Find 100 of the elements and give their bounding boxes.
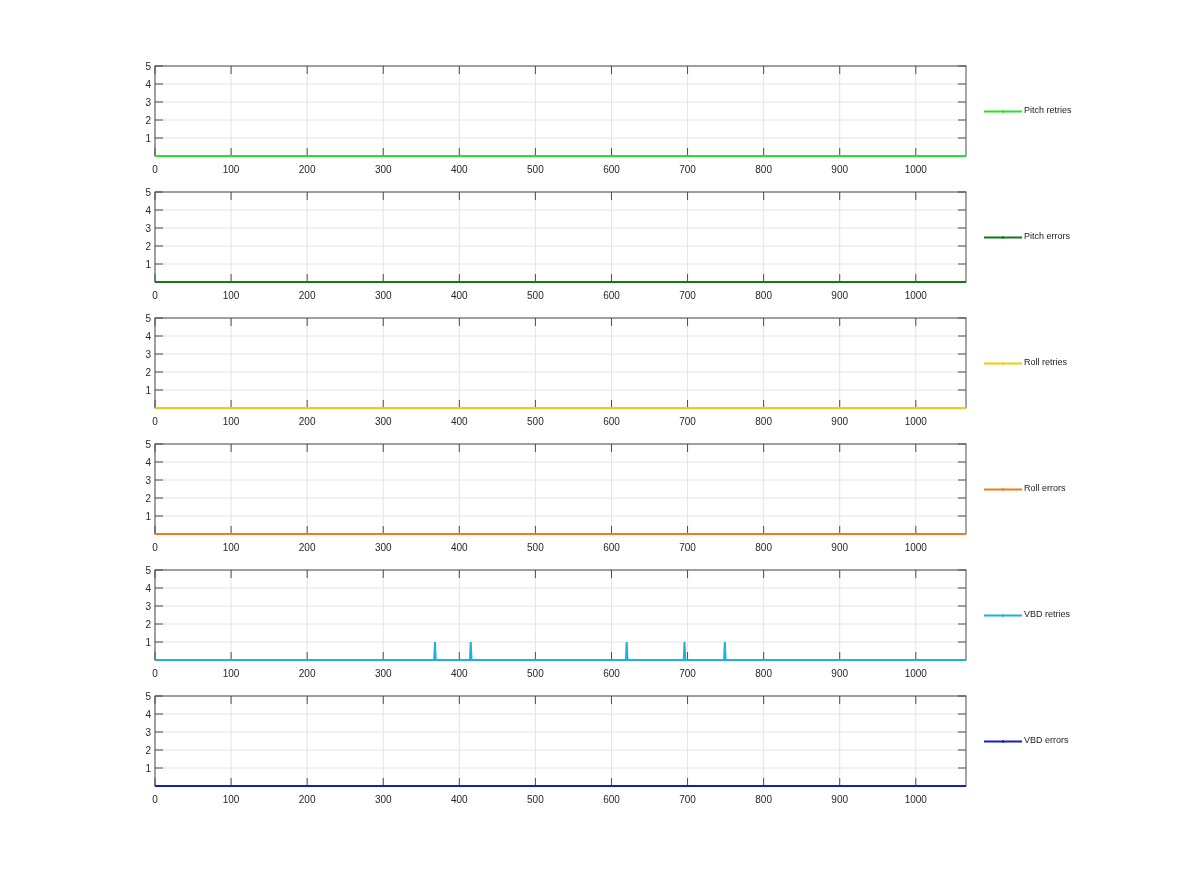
x-tick-label: 400: [450, 668, 468, 679]
x-tick-label: 0: [152, 290, 158, 301]
x-tick-label: 200: [298, 668, 316, 679]
y-tick-label: 3: [145, 96, 151, 108]
y-tick-label: 4: [145, 582, 151, 594]
x-tick-label: 700: [679, 794, 696, 805]
y-tick-label: 2: [145, 618, 151, 630]
y-tick-label: 4: [145, 456, 151, 468]
x-tick-label: 200: [298, 164, 316, 175]
x-tick-label: 900: [831, 794, 849, 805]
x-tick-label: 500: [527, 290, 544, 301]
y-tick-label: 2: [145, 240, 151, 252]
x-tick-label: 100: [222, 794, 240, 805]
x-tick-label: 600: [603, 668, 620, 679]
y-tick-label: 3: [145, 600, 151, 612]
x-tick-label: 900: [831, 542, 849, 553]
x-tick-label: 100: [222, 542, 240, 553]
legend-label: Pitch errors: [1024, 230, 1070, 244]
x-tick-label: 300: [374, 542, 392, 553]
x-tick-label: 300: [374, 164, 392, 175]
legend-label: VBD retries: [1024, 608, 1070, 622]
y-tick-label: 5: [145, 690, 151, 702]
x-tick-label: 400: [450, 416, 468, 427]
y-tick-label: 5: [145, 438, 151, 450]
x-tick-label: 900: [831, 668, 849, 679]
x-tick-label: 0: [152, 542, 158, 553]
x-tick-label: 0: [152, 668, 158, 679]
x-tick-label: 1000: [904, 668, 927, 679]
y-tick-label: 5: [145, 186, 151, 198]
x-tick-label: 300: [374, 416, 392, 427]
x-tick-label: 100: [222, 290, 240, 301]
y-tick-label: 3: [145, 474, 151, 486]
x-tick-label: 1000: [904, 416, 927, 427]
x-tick-label: 300: [374, 290, 392, 301]
y-tick-label: 3: [145, 726, 151, 738]
x-tick-label: 400: [450, 794, 468, 805]
legend-label: Roll retries: [1024, 356, 1067, 370]
x-tick-label: 700: [679, 416, 696, 427]
y-tick-label: 1: [145, 510, 151, 522]
x-tick-label: 800: [755, 416, 772, 427]
x-tick-label: 100: [222, 668, 240, 679]
y-tick-label: 4: [145, 204, 151, 216]
x-tick-label: 200: [298, 416, 316, 427]
x-tick-label: 900: [831, 290, 849, 301]
x-tick-label: 800: [755, 164, 772, 175]
y-tick-label: 4: [145, 330, 151, 342]
x-tick-label: 800: [755, 794, 772, 805]
x-tick-label: 500: [527, 542, 544, 553]
x-tick-label: 400: [450, 164, 468, 175]
x-tick-label: 800: [755, 290, 772, 301]
x-tick-label: 1000: [904, 794, 927, 805]
x-tick-label: 400: [450, 290, 468, 301]
x-tick-label: 600: [603, 290, 620, 301]
x-tick-label: 100: [222, 416, 240, 427]
y-tick-label: 5: [145, 60, 151, 72]
y-tick-label: 5: [145, 564, 151, 576]
x-tick-label: 300: [374, 668, 392, 679]
x-tick-label: 1000: [904, 290, 927, 301]
x-tick-label: 0: [152, 794, 158, 805]
x-tick-label: 500: [527, 416, 544, 427]
legend-label: Pitch retries: [1024, 104, 1072, 118]
x-tick-label: 0: [152, 164, 158, 175]
y-tick-label: 1: [145, 258, 151, 270]
x-tick-label: 300: [374, 794, 392, 805]
y-tick-label: 1: [145, 132, 151, 144]
y-tick-label: 1: [145, 384, 151, 396]
y-tick-label: 1: [145, 762, 151, 774]
x-tick-label: 800: [755, 668, 772, 679]
x-tick-label: 800: [755, 542, 772, 553]
x-tick-label: 900: [831, 416, 849, 427]
x-tick-label: 1000: [904, 542, 927, 553]
y-tick-label: 4: [145, 708, 151, 720]
x-tick-label: 600: [603, 164, 620, 175]
legend-label: VBD errors: [1024, 734, 1069, 748]
x-tick-label: 400: [450, 542, 468, 553]
x-tick-label: 500: [527, 794, 544, 805]
x-tick-label: 700: [679, 542, 696, 553]
y-tick-label: 2: [145, 492, 151, 504]
x-tick-label: 600: [603, 794, 620, 805]
y-tick-label: 2: [145, 744, 151, 756]
x-tick-label: 500: [527, 164, 544, 175]
y-tick-label: 5: [145, 312, 151, 324]
x-tick-label: 200: [298, 542, 316, 553]
x-tick-label: 0: [152, 416, 158, 427]
x-tick-label: 700: [679, 164, 696, 175]
x-tick-label: 600: [603, 416, 620, 427]
y-tick-label: 3: [145, 222, 151, 234]
x-tick-label: 600: [603, 542, 620, 553]
x-tick-label: 700: [679, 290, 696, 301]
legend-label: Roll errors: [1024, 482, 1066, 496]
y-tick-label: 1: [145, 636, 151, 648]
x-tick-label: 900: [831, 164, 849, 175]
y-tick-label: 2: [145, 366, 151, 378]
y-tick-label: 4: [145, 78, 151, 90]
x-tick-label: 500: [527, 668, 544, 679]
x-tick-label: 200: [298, 290, 316, 301]
x-tick-label: 1000: [904, 164, 927, 175]
x-tick-label: 200: [298, 794, 316, 805]
y-tick-label: 3: [145, 348, 151, 360]
y-tick-label: 2: [145, 114, 151, 126]
